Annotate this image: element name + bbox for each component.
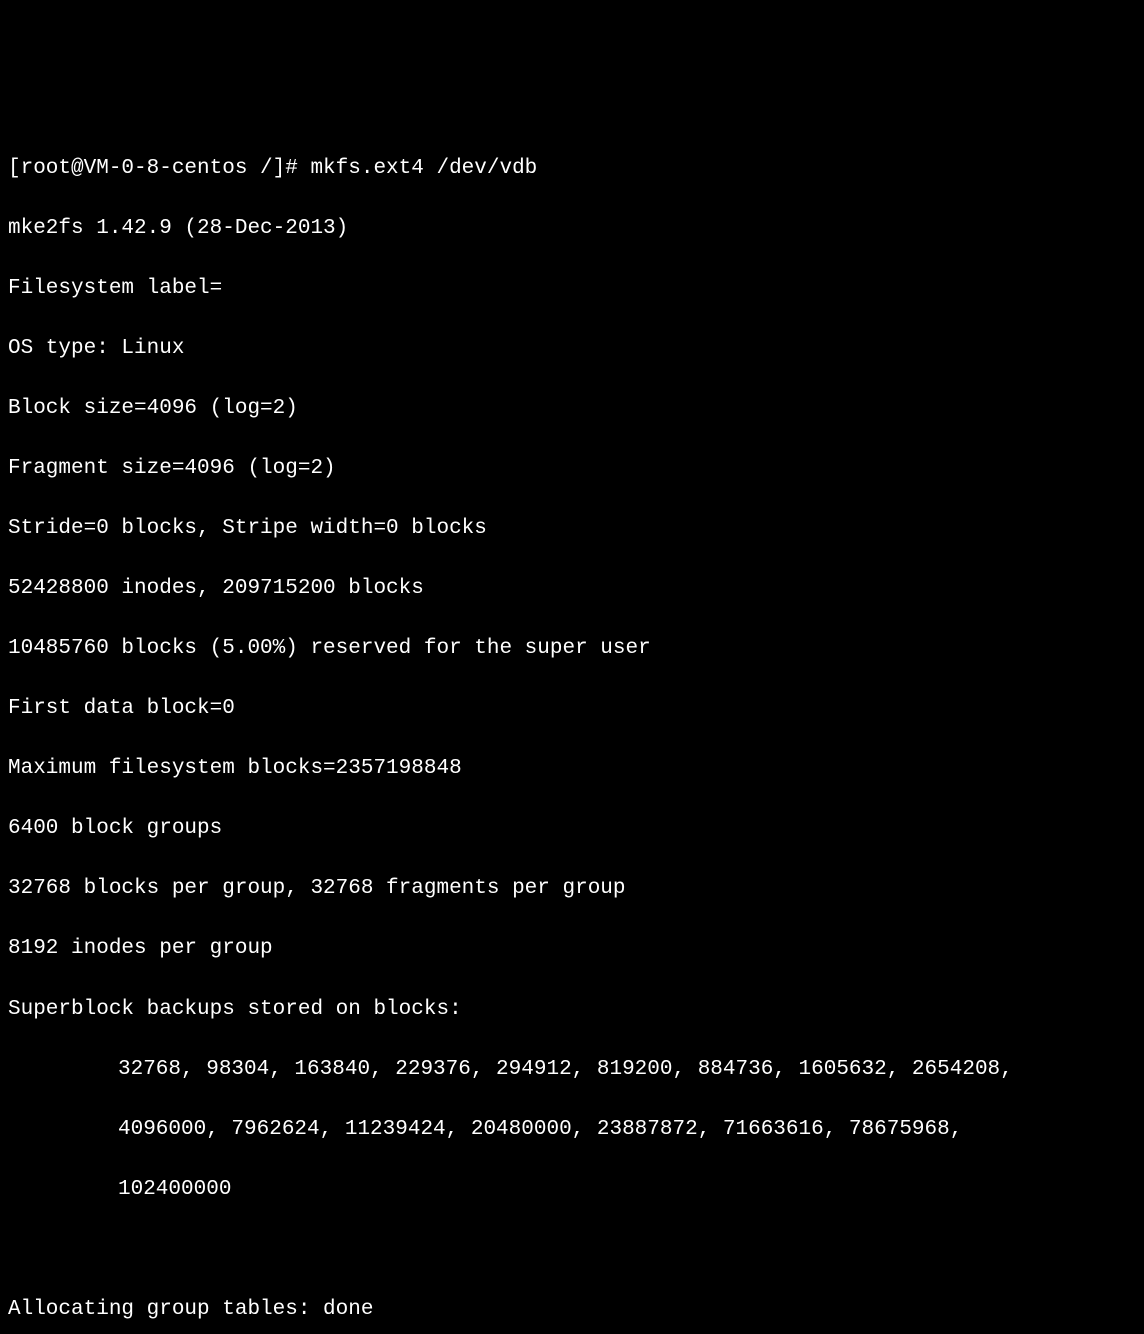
terminal-output-line: Stride=0 blocks, Stripe width=0 blocks	[8, 514, 1136, 544]
terminal-blank-line	[8, 1235, 1136, 1265]
terminal-status-line: Allocating group tables: done	[8, 1295, 1136, 1325]
terminal-output-line: OS type: Linux	[8, 334, 1136, 364]
terminal-output-backup-blocks: 32768, 98304, 163840, 229376, 294912, 81…	[8, 1055, 1136, 1085]
terminal-output-line: First data block=0	[8, 694, 1136, 724]
terminal-output-line: Block size=4096 (log=2)	[8, 394, 1136, 424]
terminal-output-line: Fragment size=4096 (log=2)	[8, 454, 1136, 484]
terminal-output-line: 32768 blocks per group, 32768 fragments …	[8, 874, 1136, 904]
terminal-output-backup-blocks: 4096000, 7962624, 11239424, 20480000, 23…	[8, 1115, 1136, 1145]
terminal-output-line: mke2fs 1.42.9 (28-Dec-2013)	[8, 214, 1136, 244]
terminal-output-line: 52428800 inodes, 209715200 blocks	[8, 574, 1136, 604]
terminal-output-line: Maximum filesystem blocks=2357198848	[8, 754, 1136, 784]
terminal-output-line: Superblock backups stored on blocks:	[8, 995, 1136, 1025]
terminal-output-line: 10485760 blocks (5.00%) reserved for the…	[8, 634, 1136, 664]
terminal-output-backup-blocks: 102400000	[8, 1175, 1136, 1205]
terminal-output-line: Filesystem label=	[8, 274, 1136, 304]
terminal-prompt-line: [root@VM-0-8-centos /]# mkfs.ext4 /dev/v…	[8, 154, 1136, 184]
terminal-output-line: 6400 block groups	[8, 814, 1136, 844]
terminal-window[interactable]: [root@VM-0-8-centos /]# mkfs.ext4 /dev/v…	[8, 124, 1136, 1334]
terminal-output-line: 8192 inodes per group	[8, 934, 1136, 964]
